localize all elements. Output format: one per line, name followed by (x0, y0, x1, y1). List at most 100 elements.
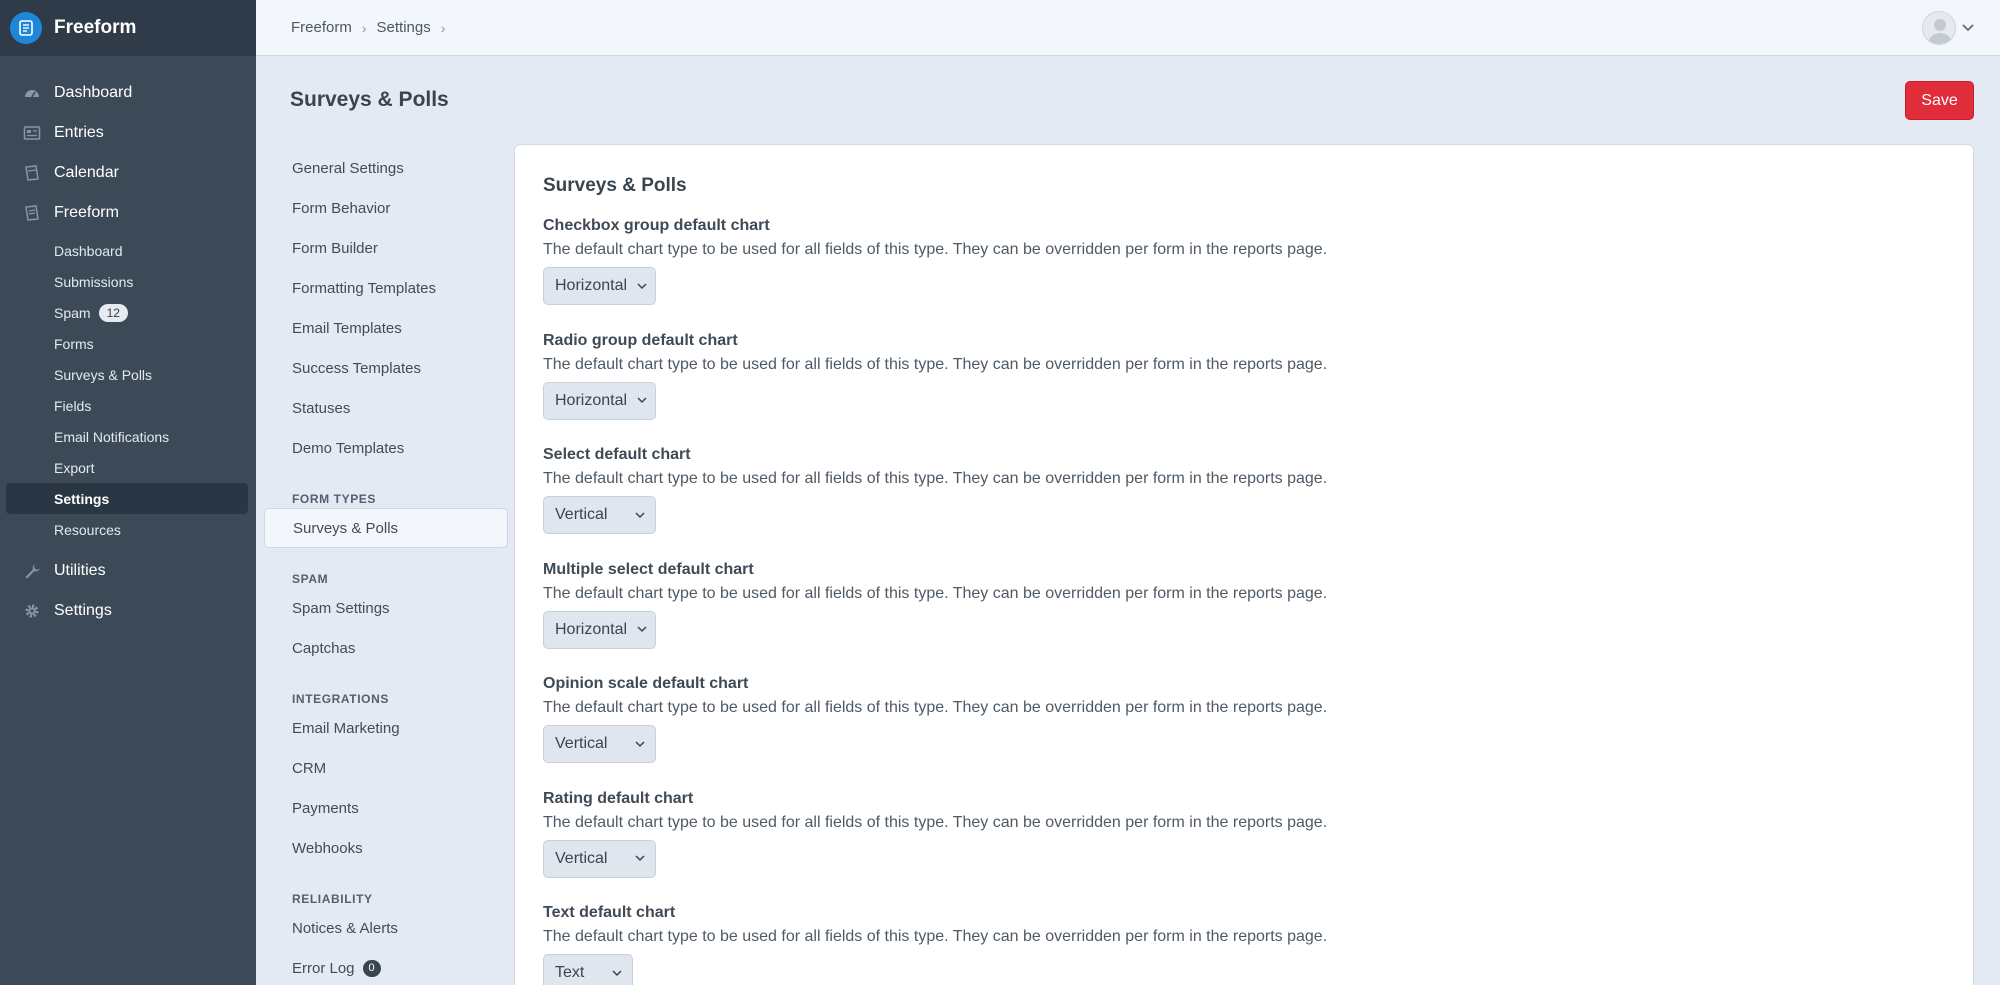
subnav-label: Dashboard (54, 242, 123, 259)
subnav-forms[interactable]: Forms (6, 328, 248, 359)
settings-nav-crm[interactable]: CRM (264, 748, 508, 788)
chart-type-select[interactable]: Vertical (543, 496, 656, 534)
save-button[interactable]: Save (1905, 81, 1974, 120)
subnav-email-notifications[interactable]: Email Notifications (6, 421, 248, 452)
nav-label: Dashboard (54, 84, 133, 101)
section-heading-form-types: FORM TYPES (292, 492, 377, 506)
subnav-spam[interactable]: Spam 12 (6, 297, 248, 328)
subnav-label: Email Notifications (54, 428, 170, 445)
brand-name: Freeform (54, 17, 137, 38)
nav-label: Freeform (54, 204, 119, 221)
field-label: Multiple select default chart (543, 560, 754, 578)
calendar-icon (22, 163, 42, 183)
field-label: Text default chart (543, 904, 676, 921)
section-heading-spam: SPAM (292, 572, 329, 586)
top-header: Freeform › Settings › (256, 0, 2000, 56)
brand-bar[interactable]: Freeform (0, 0, 256, 56)
subnav-label: Surveys & Polls (54, 366, 153, 383)
dashboard-icon (22, 83, 42, 103)
chevron-down-icon (637, 396, 647, 406)
section-heading-integrations: INTEGRATIONS (292, 692, 389, 706)
subnav-dashboard[interactable]: Dashboard (6, 235, 248, 266)
settings-nav-statuses[interactable]: Statuses (264, 388, 508, 428)
select-value: Text (555, 964, 585, 981)
settings-nav-form-behavior[interactable]: Form Behavior (264, 188, 508, 228)
settings-nav-form-builder[interactable]: Form Builder (264, 228, 508, 268)
settings-nav-general[interactable]: General Settings (264, 148, 508, 188)
field-description: The default chart type to be used for al… (543, 470, 1328, 487)
settings-nav-spam-settings[interactable]: Spam Settings (264, 588, 508, 628)
settings-nav: General Settings Form Behavior Form Buil… (264, 148, 508, 985)
wrench-icon (22, 561, 42, 581)
settings-panel: Surveys & Polls Checkbox group default c… (514, 144, 1974, 985)
chart-type-select[interactable]: Vertical (543, 839, 656, 878)
subnav-label: Fields (54, 397, 92, 414)
select-value: Horizontal (555, 277, 628, 294)
settings-nav-surveys-polls[interactable]: Surveys & Polls (264, 508, 508, 548)
settings-nav-success-templates[interactable]: Success Templates (264, 348, 508, 388)
breadcrumb: Freeform › Settings › (291, 19, 455, 36)
select-value: Horizontal (555, 391, 628, 409)
subnav-submissions[interactable]: Submissions (6, 266, 248, 297)
chart-type-select[interactable]: Vertical (543, 725, 656, 763)
select-value: Vertical (555, 506, 608, 523)
settings-nav-captchas[interactable]: Captchas (264, 628, 508, 668)
select-value: Vertical (555, 735, 608, 752)
section-heading-reliability: RELIABILITY (292, 892, 373, 906)
field-description: The default chart type to be used for al… (543, 813, 1328, 831)
nav-utilities[interactable]: Utilities (0, 551, 256, 591)
field-label: Checkbox group default chart (543, 217, 770, 234)
settings-nav-notices-alerts[interactable]: Notices & Alerts (264, 908, 508, 948)
field-label: Rating default chart (543, 789, 694, 807)
field-checkbox-group-chart: Checkbox group default chart The default… (543, 217, 1945, 332)
field-label: Radio group default chart (543, 331, 738, 349)
gear-icon (22, 601, 42, 621)
field-description: The default chart type to be used for al… (543, 928, 1328, 945)
panel-title: Surveys & Polls (543, 175, 687, 196)
entries-icon (22, 123, 42, 143)
select-value: Vertical (555, 849, 608, 867)
field-description: The default chart type to be used for al… (543, 584, 1328, 602)
subnav-fields[interactable]: Fields (6, 390, 248, 421)
subnav-settings[interactable]: Settings (6, 483, 248, 514)
subnav-label: Submissions (54, 273, 134, 290)
chevron-down-icon (612, 968, 622, 978)
freeform-subnav: Dashboard Submissions Spam 12 Forms Surve… (0, 233, 256, 551)
nav-entries[interactable]: Entries (0, 113, 256, 153)
settings-nav-formatting-templates[interactable]: Formatting Templates (264, 268, 508, 308)
chart-type-select[interactable]: Horizontal (543, 610, 656, 649)
breadcrumb-settings[interactable]: Settings (377, 19, 431, 36)
subnav-label: Forms (54, 335, 94, 352)
field-description: The default chart type to be used for al… (543, 241, 1328, 258)
chart-type-select[interactable]: Text (543, 954, 633, 985)
subnav-label: Resources (54, 521, 121, 538)
subnav-surveys-polls[interactable]: Surveys & Polls (6, 359, 248, 390)
nav-freeform[interactable]: Freeform (0, 193, 256, 233)
field-opinion-scale-chart: Opinion scale default chart The default … (543, 675, 1945, 790)
field-label: Opinion scale default chart (543, 675, 749, 692)
settings-nav-email-marketing[interactable]: Email Marketing (264, 708, 508, 748)
settings-nav-demo-templates[interactable]: Demo Templates (264, 428, 508, 468)
freeform-logo-icon (10, 12, 42, 44)
user-menu[interactable] (1922, 11, 1974, 45)
chevron-down-icon (635, 854, 645, 864)
settings-nav-error-log[interactable]: Error Log 0 (264, 948, 508, 985)
nav-settings[interactable]: Settings (0, 591, 256, 631)
settings-nav-webhooks[interactable]: Webhooks (264, 828, 508, 868)
breadcrumb-freeform[interactable]: Freeform (291, 19, 352, 36)
chevron-down-icon (637, 625, 647, 635)
global-sidebar: Freeform Dashboard Entries Calendar Free… (0, 0, 256, 985)
nav-label: Calendar (54, 164, 119, 181)
chevron-down-icon (635, 510, 645, 520)
nav-calendar[interactable]: Calendar (0, 153, 256, 193)
chart-type-select[interactable]: Horizontal (543, 381, 656, 420)
chevron-down-icon (637, 281, 647, 291)
field-radio-group-chart: Radio group default chart The default ch… (543, 332, 1945, 447)
chart-type-select[interactable]: Horizontal (543, 267, 656, 305)
subnav-export[interactable]: Export (6, 452, 248, 483)
subnav-resources[interactable]: Resources (6, 514, 248, 545)
settings-nav-payments[interactable]: Payments (264, 788, 508, 828)
chevron-down-icon (1962, 21, 1974, 35)
nav-dashboard[interactable]: Dashboard (0, 73, 256, 113)
settings-nav-email-templates[interactable]: Email Templates (264, 308, 508, 348)
